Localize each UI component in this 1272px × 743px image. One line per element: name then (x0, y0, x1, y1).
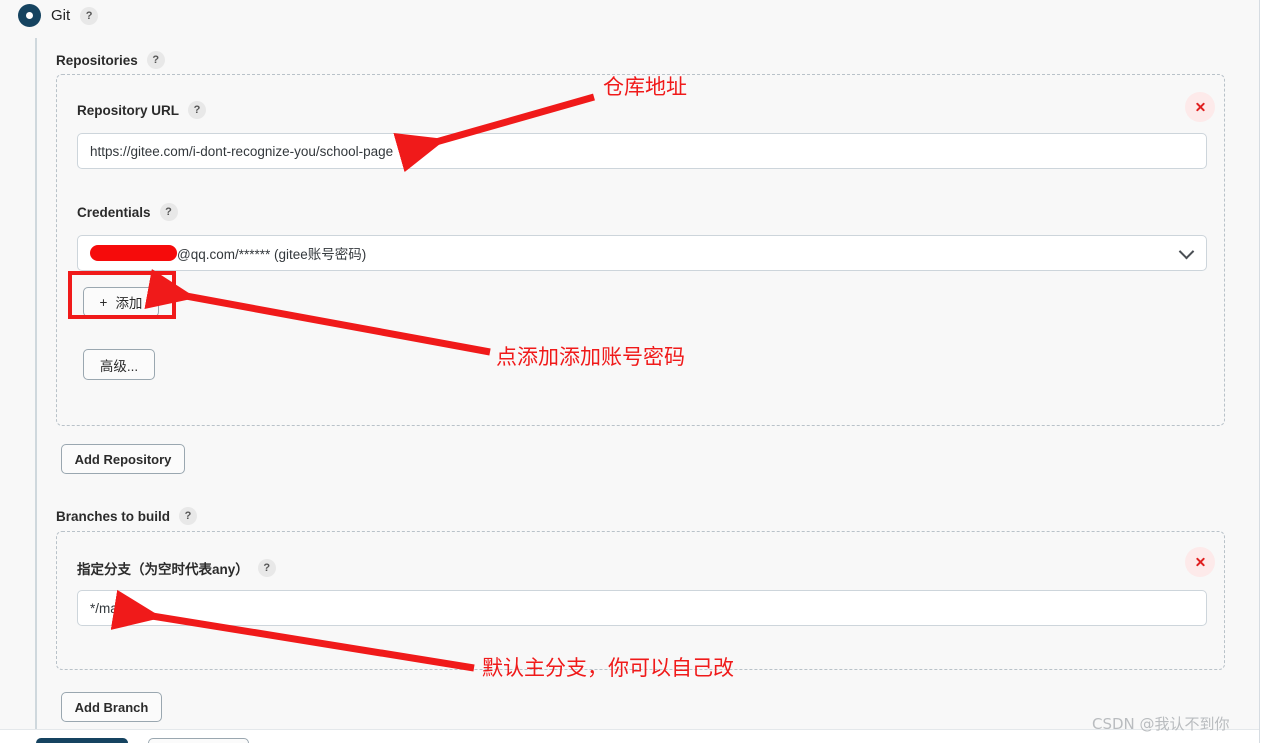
branch-specifier-input[interactable]: */master (77, 590, 1207, 626)
plus-icon: + (99, 294, 108, 310)
scm-type-label: Git (51, 7, 71, 24)
add-credentials-button[interactable]: + 添加 (83, 287, 159, 317)
credentials-selected-value: @qq.com/****** (gitee账号密码) (177, 247, 367, 262)
add-branch-button[interactable]: Add Branch (61, 692, 162, 722)
repository-url-label: Repository URL ? (77, 101, 207, 119)
close-icon (1195, 102, 1206, 113)
section-guide-line (35, 38, 37, 743)
repository-url-input[interactable]: https://gitee.com/i-dont-recognize-you/s… (77, 133, 1207, 169)
redacted-username-bar (90, 245, 177, 261)
repositories-section-label: Repositories ? (56, 51, 165, 69)
add-branch-label: Add Branch (74, 699, 149, 715)
add-repository-button[interactable]: Add Repository (61, 444, 185, 474)
credentials-label-text: Credentials (77, 204, 151, 220)
chevron-down-icon[interactable] (1181, 248, 1192, 259)
repository-advanced-button[interactable]: 高级... (83, 349, 155, 380)
branches-label-text: Branches to build (56, 508, 171, 524)
save-button[interactable] (36, 738, 128, 743)
help-icon[interactable]: ? (159, 203, 178, 221)
close-icon (1195, 557, 1206, 568)
jenkins-scm-config-page: Git ? Repositories ? Repository URL ? ht… (0, 0, 1272, 743)
form-action-bar (0, 729, 1259, 743)
apply-button[interactable] (148, 738, 249, 743)
help-icon[interactable]: ? (257, 559, 276, 577)
scm-type-git-row[interactable]: Git ? (18, 4, 99, 27)
delete-branch-button[interactable] (1185, 547, 1215, 577)
add-credentials-label: 添加 (115, 296, 143, 311)
help-icon[interactable]: ? (80, 6, 99, 25)
help-icon[interactable]: ? (188, 101, 207, 119)
repository-url-label-text: Repository URL (77, 102, 180, 118)
repositories-label-text: Repositories (56, 52, 138, 68)
advanced-button-label: 高级... (99, 358, 139, 374)
help-icon[interactable]: ? (146, 51, 165, 69)
branch-specifier-label-text: 指定分支（为空时代表any） (77, 562, 249, 577)
page-right-gutter (1260, 0, 1272, 743)
help-icon[interactable]: ? (179, 507, 198, 525)
branches-section-label: Branches to build ? (56, 507, 198, 525)
delete-repository-button[interactable] (1185, 92, 1215, 122)
credentials-select[interactable]: @qq.com/****** (gitee账号密码) (77, 235, 1207, 271)
add-repository-label: Add Repository (74, 451, 172, 467)
branch-entry-block: 指定分支（为空时代表any） ? */master (56, 531, 1225, 670)
radio-inner-dot (26, 12, 33, 19)
radio-git-selected[interactable] (18, 4, 41, 27)
repository-entry-block: Repository URL ? https://gitee.com/i-don… (56, 74, 1225, 426)
branch-specifier-label: 指定分支（为空时代表any） ? (77, 558, 276, 578)
credentials-label: Credentials ? (77, 203, 178, 221)
watermark: CSDN @我认不到你 (1092, 715, 1230, 733)
